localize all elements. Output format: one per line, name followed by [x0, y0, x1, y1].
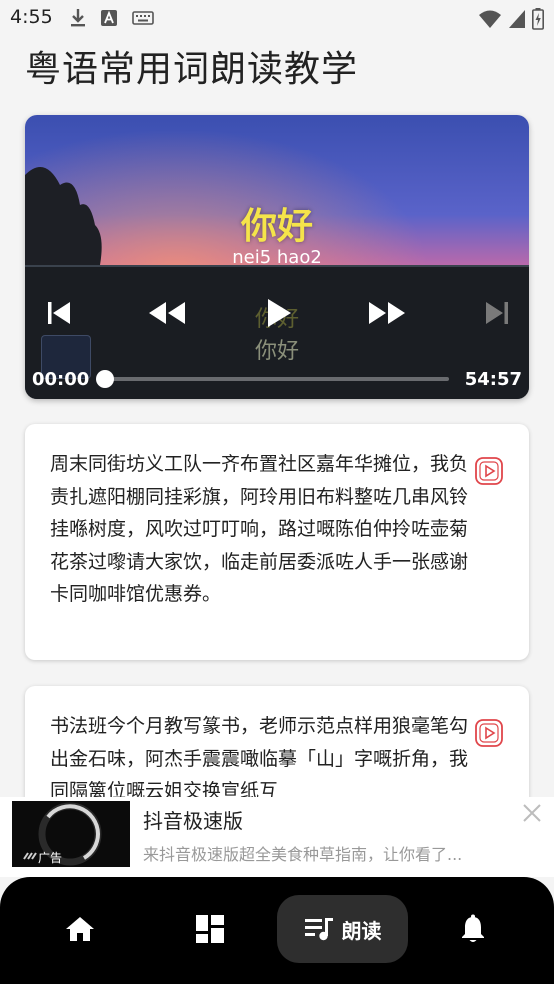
- rewind-icon: [149, 302, 185, 324]
- time-current: 00:00: [32, 369, 90, 390]
- nav-home[interactable]: [50, 895, 110, 963]
- skip-next-icon: [486, 302, 508, 324]
- video-player[interactable]: 你好 nei5 hao2 你好 你好 00:00 54:57: [25, 115, 529, 399]
- ad-close-button[interactable]: [520, 801, 544, 825]
- signal-icon: [509, 10, 525, 28]
- ad-title: 抖音极速版: [143, 809, 243, 833]
- nav-notifications[interactable]: [443, 895, 503, 963]
- status-time: 4:55: [10, 6, 53, 28]
- skip-previous-icon: [48, 302, 70, 324]
- playlist-music-icon: [304, 918, 333, 941]
- lesson-romanization: nei5 hao2: [232, 247, 322, 268]
- lesson-card-text: 书法班今个月教写篆书，老师示范点样用狼毫笔勾出金石味，阿杰手震震噉临摹「山」字嘅…: [50, 715, 469, 802]
- play-video-button[interactable]: [474, 456, 504, 486]
- wifi-icon: [479, 10, 501, 28]
- status-right-icons: [478, 8, 544, 30]
- lesson-word: 你好: [240, 206, 313, 247]
- seek-bar[interactable]: [105, 377, 449, 381]
- keyboard-icon: [132, 11, 154, 25]
- ad-tag: 广告: [38, 851, 63, 865]
- seek-handle[interactable]: [96, 370, 114, 388]
- fast-forward-icon: [369, 302, 405, 324]
- lesson-card[interactable]: 周末同街坊义工队一齐布置社区嘉年华摊位，我负责扎遮阳棚同挂彩旗，阿玲用旧布料整咗…: [25, 424, 529, 660]
- lesson-subtitle: 你好: [254, 339, 299, 364]
- text-a-icon: [101, 10, 117, 26]
- battery-icon: [532, 8, 544, 30]
- ad-description: 来抖音极速版超全美食种草指南，让你看了...: [143, 845, 463, 864]
- play-icon: [268, 299, 291, 327]
- skip-next-button[interactable]: [481, 295, 513, 331]
- time-total: 54:57: [464, 369, 522, 390]
- ad-thumbnail: 广告: [12, 801, 130, 867]
- fast-forward-button[interactable]: [367, 295, 407, 331]
- ad-banner[interactable]: 广告 抖音极速版 来抖音极速版超全美食种草指南，让你看了...: [0, 797, 554, 877]
- nav-read-aloud[interactable]: 朗读: [277, 895, 408, 963]
- nav-read-aloud-label: 朗读: [341, 918, 382, 943]
- dashboard-icon: [196, 915, 224, 943]
- video-play-icon: [475, 457, 503, 485]
- lesson-card-text: 周末同街坊义工队一齐布置社区嘉年华摊位，我负责扎遮阳棚同挂彩旗，阿玲用旧布料整咗…: [50, 453, 469, 605]
- video-play-icon: [475, 719, 503, 747]
- play-video-button[interactable]: [474, 718, 504, 748]
- bell-icon: [462, 914, 484, 942]
- bottom-navigation: 朗读: [0, 877, 554, 984]
- skip-previous-button[interactable]: [43, 295, 75, 331]
- page-title: 粤语常用词朗读教学: [25, 49, 359, 90]
- loading-spinner-icon: [23, 802, 102, 866]
- close-icon: [523, 804, 541, 822]
- status-bar: 4:55: [0, 0, 554, 36]
- home-icon: [66, 917, 94, 941]
- status-left-icons: [70, 8, 154, 28]
- rewind-button[interactable]: [147, 295, 187, 331]
- download-icon: [71, 9, 85, 27]
- play-button[interactable]: [263, 295, 295, 331]
- nav-dashboard[interactable]: [180, 895, 240, 963]
